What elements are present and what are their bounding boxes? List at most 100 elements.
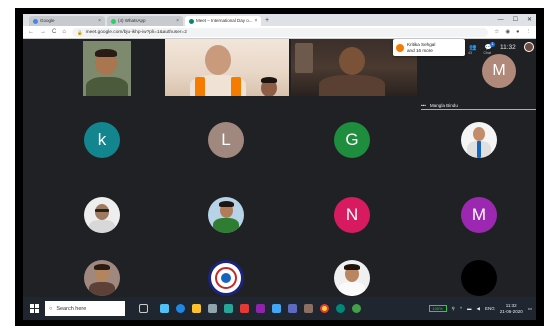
battery-indicator[interactable]: 100% — [428, 305, 447, 312]
photo-app-icon[interactable] — [304, 304, 313, 313]
store-icon[interactable] — [208, 304, 217, 313]
participant-photo-avatar[interactable] — [334, 260, 370, 296]
close-tab-icon[interactable]: × — [255, 16, 258, 26]
participant-name-label: ••• Mangla Bindu — [421, 103, 458, 108]
taskbar-search[interactable]: ○ Search here — [45, 301, 125, 316]
participant-hair — [95, 49, 117, 57]
self-avatar[interactable] — [523, 42, 534, 52]
participant-photo-avatar[interactable] — [208, 197, 244, 233]
avatar-body — [339, 282, 365, 296]
notification-line2: and 16 more — [407, 47, 433, 53]
home-button[interactable]: ⌂ — [62, 29, 66, 35]
participant-avatar-icon — [396, 43, 404, 52]
participant-avatar-n[interactable]: N — [334, 197, 370, 233]
avatar-hair — [219, 201, 234, 207]
tab-whatsapp[interactable]: (4) WhatsApp × — [107, 16, 183, 26]
avatar-body — [89, 220, 115, 233]
meet-clock: 11:32 — [499, 43, 516, 51]
tab-label: (4) WhatsApp — [118, 18, 146, 23]
meet-grid: Kritika Sehgal and 16 more 👥 43 💬 1 Chat… — [23, 39, 536, 297]
menu-icon[interactable]: ⋮ — [526, 29, 532, 35]
participant-photo-avatar[interactable] — [84, 197, 120, 233]
volume-icon[interactable]: ◀ — [476, 306, 479, 312]
avatar-initial: N — [345, 205, 359, 224]
new-tab-button[interactable]: + — [265, 16, 269, 26]
back-button[interactable]: ← — [28, 29, 34, 35]
more-options-icon[interactable]: ••• — [421, 103, 426, 108]
participant-body — [86, 77, 128, 96]
close-tab-icon[interactable]: × — [176, 16, 179, 26]
participant-avatar-g[interactable]: G — [334, 122, 370, 158]
file-explorer-icon[interactable] — [192, 304, 201, 313]
saffron-scarf — [195, 77, 205, 96]
tab-google[interactable]: Google × — [29, 16, 105, 26]
search-icon: ○ — [49, 305, 53, 312]
avatar-tie — [477, 141, 481, 158]
chat-button[interactable]: 💬 1 Chat — [483, 41, 495, 55]
app-icon[interactable] — [256, 304, 265, 313]
participant-video-tile[interactable] — [165, 39, 289, 96]
avatar-hair — [344, 264, 360, 270]
avatar-glasses — [95, 209, 109, 212]
notification-icon[interactable]: ▭ — [528, 306, 532, 312]
media-icon[interactable] — [288, 304, 297, 313]
taskbar-clock[interactable]: 11:32 21-06-2020 — [500, 303, 523, 314]
avatar-initial: G — [345, 130, 359, 149]
participant-avatar-k[interactable]: k — [84, 122, 120, 158]
task-view-icon[interactable] — [139, 304, 148, 313]
tab-meet[interactable]: Meet – International Day o... × — [185, 16, 261, 26]
participant-photo-avatar[interactable] — [461, 122, 497, 158]
avatar-hair — [94, 264, 110, 270]
chat-badge: 1 — [489, 41, 495, 47]
network-icon[interactable]: ▬ — [467, 306, 472, 311]
mail-icon[interactable] — [160, 304, 169, 313]
app-icon[interactable] — [224, 304, 233, 313]
photos-icon[interactable] — [272, 304, 281, 313]
participant-name: Mangla Bindu — [429, 103, 458, 108]
extension-icon[interactable]: ◉ — [505, 29, 510, 35]
active-speaker-bar — [421, 109, 536, 110]
people-icon[interactable]: ⚲ — [452, 306, 455, 312]
participant-avatar-m[interactable]: M — [461, 197, 497, 233]
minimize-button[interactable]: — — [498, 14, 504, 26]
participant-avatar-blank[interactable] — [461, 260, 497, 296]
notification-line1: Kritika Sehgal — [407, 42, 436, 47]
participant-body — [319, 75, 385, 96]
reload-button[interactable]: C — [52, 29, 56, 35]
participant-tile-mangla[interactable]: M — [421, 54, 536, 107]
meet-top-toolbar: 👥 43 💬 1 Chat 11:32 — [468, 41, 534, 55]
forward-button[interactable]: → — [40, 29, 46, 35]
participant-video-tile[interactable] — [83, 41, 131, 96]
app-icon[interactable] — [336, 304, 345, 313]
close-tab-icon[interactable]: × — [98, 16, 101, 26]
address-bar[interactable]: 🔒 meet.google.com/bju-ikhp-iw?pli=1&auth… — [71, 27, 489, 37]
clock-date: 21-06-2020 — [499, 308, 523, 314]
avatar-face — [95, 204, 109, 220]
participants-notification[interactable]: Kritika Sehgal and 16 more — [393, 39, 465, 56]
chevron-up-icon[interactable]: ^ — [460, 306, 462, 311]
participant-avatar-l[interactable]: L — [208, 122, 244, 158]
avatar-body — [213, 218, 239, 233]
avatar-initial: M — [471, 205, 487, 224]
avatar-initial: M — [492, 62, 506, 79]
google-icon — [33, 18, 38, 24]
start-button[interactable] — [23, 297, 45, 320]
whatsapp-icon[interactable] — [352, 304, 361, 313]
chrome-icon[interactable] — [320, 304, 329, 313]
participant-photo-avatar[interactable] — [84, 260, 120, 296]
maximize-button[interactable]: ☐ — [513, 14, 518, 26]
star-icon[interactable]: ☆ — [494, 29, 499, 35]
close-window-button[interactable]: ✕ — [527, 14, 532, 26]
screenshot-frame: Google × (4) WhatsApp × Meet – Internati… — [15, 8, 544, 326]
profile-icon[interactable]: ● — [516, 29, 519, 35]
avatar-initial: L — [221, 130, 231, 149]
second-person-hair — [261, 77, 277, 83]
avatar-initial: k — [97, 130, 107, 149]
language-indicator[interactable]: ENG — [485, 306, 495, 311]
office-icon[interactable] — [240, 304, 249, 313]
people-button[interactable]: 👥 43 — [468, 44, 476, 55]
browser-tab-bar: Google × (4) WhatsApp × Meet – Internati… — [23, 14, 536, 26]
avatar-face — [473, 127, 485, 141]
edge-icon[interactable] — [176, 304, 185, 313]
school-logo-avatar[interactable] — [208, 260, 244, 296]
